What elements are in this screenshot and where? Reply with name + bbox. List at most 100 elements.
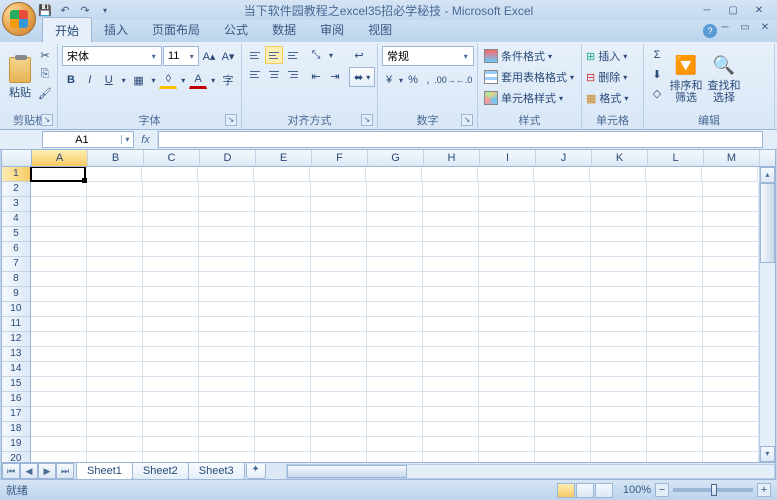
cell[interactable] (367, 287, 423, 302)
cell[interactable] (423, 437, 479, 452)
format-cells-button[interactable]: ▦格式▾ (586, 88, 639, 108)
cell[interactable] (647, 437, 703, 452)
cell[interactable] (535, 407, 591, 422)
cell[interactable] (310, 167, 366, 182)
cell[interactable] (535, 437, 591, 452)
sheet-tab[interactable]: Sheet3 (188, 463, 245, 480)
cell[interactable] (703, 257, 759, 272)
ribbon-tab-4[interactable]: 数据 (260, 17, 308, 42)
cell[interactable] (87, 317, 143, 332)
cell[interactable] (255, 242, 311, 257)
cell[interactable] (534, 167, 590, 182)
name-box-input[interactable] (43, 134, 121, 146)
cell[interactable] (30, 167, 86, 182)
cell[interactable] (479, 377, 535, 392)
cell[interactable] (311, 302, 367, 317)
cell[interactable] (647, 422, 703, 437)
cell[interactable] (703, 362, 759, 377)
underline-dropdown[interactable]: ▾ (119, 71, 129, 89)
ribbon-tab-0[interactable]: 开始 (42, 17, 92, 42)
column-header[interactable]: C (144, 150, 200, 166)
cell[interactable] (535, 332, 591, 347)
cell[interactable] (535, 212, 591, 227)
help-icon[interactable]: ? (703, 24, 717, 38)
cell[interactable] (87, 347, 143, 362)
cell[interactable] (199, 347, 255, 362)
cell[interactable] (31, 392, 87, 407)
cell[interactable] (647, 377, 703, 392)
ribbon-tab-5[interactable]: 审阅 (308, 17, 356, 42)
row-header[interactable]: 19 (2, 437, 30, 452)
cell[interactable] (255, 407, 311, 422)
cell[interactable] (535, 392, 591, 407)
row-header[interactable]: 18 (2, 422, 30, 437)
cell[interactable] (479, 452, 535, 462)
accounting-dropdown[interactable]: ▾ (397, 71, 405, 89)
cell[interactable] (423, 227, 479, 242)
zoom-in-button[interactable]: + (757, 483, 771, 497)
cell[interactable] (31, 212, 87, 227)
cell[interactable] (311, 422, 367, 437)
cell[interactable] (31, 437, 87, 452)
cell[interactable] (535, 242, 591, 257)
font-color-dropdown[interactable]: ▾ (208, 71, 218, 89)
cell[interactable] (143, 452, 199, 462)
cell[interactable] (87, 332, 143, 347)
cell[interactable] (367, 377, 423, 392)
cell[interactable] (311, 407, 367, 422)
column-header[interactable]: L (648, 150, 704, 166)
doc-close-button[interactable]: ✕ (757, 22, 773, 36)
cell[interactable] (143, 407, 199, 422)
first-sheet-button[interactable]: ⏮ (2, 463, 20, 479)
page-break-view-button[interactable] (595, 483, 613, 498)
cell[interactable] (311, 437, 367, 452)
align-left-button[interactable] (246, 65, 264, 83)
align-middle-button[interactable] (265, 46, 283, 64)
clipboard-dialog-launcher[interactable]: ↘ (41, 114, 53, 126)
cell[interactable] (423, 422, 479, 437)
phonetic-button[interactable]: 字 (219, 71, 237, 89)
cell[interactable] (311, 317, 367, 332)
cell[interactable] (87, 227, 143, 242)
cell[interactable] (591, 257, 647, 272)
cell[interactable] (143, 362, 199, 377)
cell[interactable] (591, 407, 647, 422)
fill-color-dropdown[interactable]: ▾ (178, 71, 188, 89)
cell[interactable] (423, 317, 479, 332)
increase-indent-button[interactable]: ⇥ (326, 67, 344, 85)
row-header[interactable]: 6 (2, 242, 30, 257)
cell[interactable] (255, 392, 311, 407)
cell[interactable] (255, 272, 311, 287)
bold-button[interactable]: B (62, 71, 80, 89)
sheet-tab[interactable]: Sheet2 (132, 463, 189, 480)
cell[interactable] (479, 317, 535, 332)
cell[interactable] (422, 167, 478, 182)
cell[interactable] (479, 257, 535, 272)
cell[interactable] (479, 287, 535, 302)
decrease-decimal-button[interactable]: ←.0 (455, 71, 473, 89)
cell[interactable] (703, 332, 759, 347)
decrease-indent-button[interactable]: ⇤ (307, 67, 325, 85)
formula-input[interactable] (159, 132, 762, 147)
cell[interactable] (255, 227, 311, 242)
cell[interactable] (31, 332, 87, 347)
cell[interactable] (367, 317, 423, 332)
cell[interactable] (367, 182, 423, 197)
cell[interactable] (311, 377, 367, 392)
cell[interactable] (31, 407, 87, 422)
zoom-out-button[interactable]: − (655, 483, 669, 497)
cell[interactable] (367, 212, 423, 227)
cell[interactable] (143, 302, 199, 317)
cell[interactable] (199, 197, 255, 212)
font-name-combo[interactable]: ▾ (62, 46, 162, 66)
row-header[interactable]: 2 (2, 182, 30, 197)
cell[interactable] (366, 167, 422, 182)
cell[interactable] (311, 242, 367, 257)
cell[interactable] (31, 227, 87, 242)
cell[interactable] (143, 272, 199, 287)
cell[interactable] (591, 332, 647, 347)
font-name-dropdown[interactable]: ▾ (148, 52, 159, 61)
cell[interactable] (535, 347, 591, 362)
cell[interactable] (143, 422, 199, 437)
cell[interactable] (143, 392, 199, 407)
